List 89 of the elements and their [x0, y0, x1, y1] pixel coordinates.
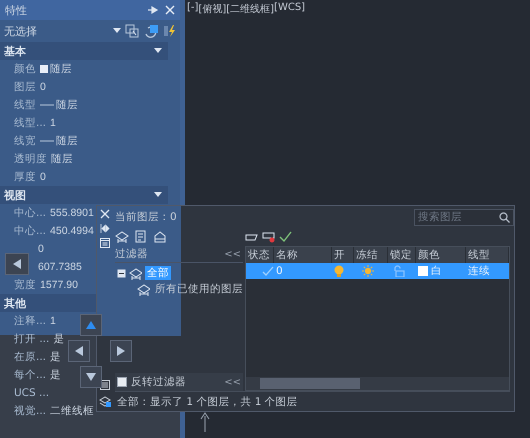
property-label: 宽度 — [14, 278, 36, 292]
property-label: 厚度 — [14, 170, 36, 184]
filter-item[interactable]: 所有已使用的图层 — [153, 282, 245, 296]
lightning-icon[interactable] — [163, 24, 177, 38]
selection-dropdown-value[interactable]: 无选择 — [4, 24, 37, 38]
property-value: 是 — [50, 350, 62, 364]
layer-states-manager-icon[interactable] — [153, 230, 167, 244]
select-objects-icon[interactable] — [125, 24, 139, 38]
collapse-button[interactable]: << — [222, 248, 243, 260]
property-label: 视觉... — [14, 404, 46, 418]
layer-color-name: 白 — [431, 264, 442, 278]
triangle-icon — [73, 345, 85, 357]
property-value: 0 — [40, 171, 46, 183]
viewport-control[interactable]: [-] — [187, 2, 198, 16]
caret-icon[interactable] — [154, 192, 162, 198]
collapse-button[interactable]: << — [222, 376, 243, 388]
property-label: 注释... — [14, 314, 46, 328]
triangle-icon — [11, 258, 23, 270]
close-icon[interactable] — [165, 5, 175, 15]
section-title: 基本 — [4, 44, 26, 58]
property-label: 图层 — [14, 80, 36, 94]
property-value: 0 — [38, 243, 44, 255]
delete-layer-icon[interactable] — [262, 231, 276, 243]
property-value: 555.8901 — [50, 207, 94, 219]
section-header[interactable]: 基本 — [0, 42, 168, 60]
viewport-control[interactable]: [二维线框] — [226, 2, 274, 16]
quick-select-icon[interactable] — [143, 24, 159, 38]
layer-name: 0 — [276, 265, 283, 277]
close-icon[interactable] — [100, 209, 110, 219]
right-arrow-button[interactable] — [110, 340, 132, 362]
property-value: 随层 — [50, 62, 72, 76]
filters-heading: 过滤器 — [115, 247, 148, 261]
triangle-icon — [85, 319, 97, 331]
property-value: 是 — [50, 368, 62, 382]
property-label: 线型... — [14, 116, 46, 130]
current-layer-label: 当前图层：0 — [115, 210, 177, 224]
viewport-control[interactable]: [WCS] — [274, 2, 306, 16]
left-arrow-button[interactable] — [68, 340, 90, 362]
property-value: 607.7385 — [38, 261, 82, 273]
property-label: 中心... — [14, 206, 46, 220]
expand-toggle-icon[interactable] — [117, 268, 126, 278]
property-value: 1577.90 — [40, 279, 78, 291]
ucs-y-axis-icon — [198, 410, 212, 432]
property-value: 1 — [50, 315, 56, 327]
color-swatch-icon — [40, 65, 48, 73]
layer-filter-icon — [137, 282, 150, 296]
property-label: 线宽 — [14, 134, 36, 148]
checkmark-icon[interactable] — [279, 231, 292, 243]
property-label: 中心... — [14, 224, 46, 238]
section-header[interactable]: 视图 — [0, 186, 168, 204]
new-filter-icon[interactable] — [115, 230, 129, 244]
layer-states-icon[interactable] — [100, 380, 110, 390]
status-text: 全部：显示了 1 个图层，共 1 个图层 — [115, 391, 510, 411]
properties-icon[interactable] — [100, 238, 110, 248]
horizontal-scrollbar[interactable] — [246, 377, 509, 390]
property-value: 1 — [50, 117, 56, 129]
property-value: 随层 — [51, 152, 73, 166]
property-label: UCS ... — [14, 387, 50, 399]
property-value: 随层 — [56, 98, 78, 112]
property-value: 0 — [40, 81, 46, 93]
dropdown-caret-icon[interactable] — [113, 28, 121, 34]
search-field[interactable]: 搜索图层 — [414, 208, 514, 226]
triangle-icon — [85, 371, 97, 383]
section-title: 视图 — [4, 188, 26, 202]
side-arrow-button[interactable] — [5, 253, 29, 275]
viewport-control[interactable]: [俯视] — [198, 2, 226, 16]
property-value: 随层 — [56, 134, 78, 148]
property-label: 线型 — [14, 98, 36, 112]
property-label: 颜色 — [14, 62, 36, 76]
property-value: 450.4994 — [50, 225, 94, 237]
panel-title: 特性 — [5, 2, 27, 18]
down-arrow-button[interactable] — [80, 366, 102, 388]
group-filter-icon[interactable] — [134, 230, 148, 244]
property-value: 是 — [53, 332, 64, 346]
property-value: 二维线框 — [50, 404, 94, 418]
invert-filter-label: 反转过滤器 — [131, 375, 186, 389]
scrollbar-thumb[interactable] — [260, 378, 360, 389]
layer-settings-icon[interactable] — [99, 395, 111, 407]
layer-filter-icon — [129, 266, 142, 280]
property-label: 在原... — [14, 350, 46, 364]
section-title: 其他 — [4, 296, 26, 310]
triangle-icon — [115, 345, 127, 357]
up-arrow-button[interactable] — [80, 314, 102, 336]
property-label: 透明度 — [14, 152, 47, 166]
property-label: 打开 ... — [14, 332, 50, 346]
invert-filter-checkbox[interactable] — [117, 377, 127, 387]
color-swatch[interactable] — [418, 266, 428, 276]
property-label: 每个... — [14, 368, 46, 382]
caret-icon[interactable] — [154, 48, 162, 54]
